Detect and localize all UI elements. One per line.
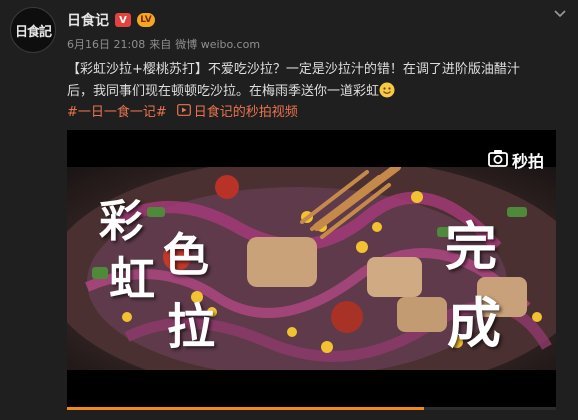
username[interactable]: 日食记 — [67, 10, 109, 30]
post-text: 【彩虹沙拉+樱桃苏打】不爱吃沙拉？一定是沙拉汁的错！在调了进阶版油醋汁 后，我同… — [67, 59, 562, 103]
camera-icon — [488, 149, 508, 171]
video-title-char-5: 完 — [445, 217, 498, 278]
miaopai-watermark: 秒拍 — [488, 148, 544, 172]
hashtag-link[interactable]: #一日一食一记# — [67, 103, 167, 123]
level-badge[interactable]: LV — [137, 13, 155, 27]
post-tags: #一日一食一记# 日食记的秒拍视频 — [67, 103, 298, 123]
video-link[interactable]: 日食记的秒拍视频 — [176, 103, 298, 123]
post-date[interactable]: 6月16日 21:08 — [67, 36, 145, 52]
avatar[interactable]: 日食記 — [10, 7, 56, 53]
chevron-down-icon[interactable] — [552, 6, 568, 22]
video-progress-fill — [67, 407, 424, 410]
avatar-logo-text: 日食記 — [14, 24, 52, 40]
verified-badge[interactable]: V — [115, 13, 131, 27]
post-text-line-1: 【彩虹沙拉+樱桃苏打】不爱吃沙拉？一定是沙拉汁的错！在调了进阶版油醋汁 — [67, 62, 520, 77]
video-title-char-1: 彩 — [99, 196, 143, 247]
video-title-char-6: 成 — [447, 291, 501, 355]
smile-emoji-icon — [379, 82, 395, 98]
post-meta: 6月16日 21:08 来自 微博 weibo.com — [67, 36, 260, 52]
post-text-line-2-content: 后，我同事们现在顿顿吃沙拉。在梅雨季送你一道彩虹 — [67, 84, 380, 99]
post-source[interactable]: 微博 weibo.com — [175, 36, 260, 52]
source-prefix: 来自 — [149, 38, 172, 51]
video-title-char-2: 虹 — [109, 252, 155, 306]
video-title-char-3: 色 — [163, 228, 209, 282]
video-title-char-4: 拉 — [167, 299, 216, 355]
video-link-icon — [176, 103, 191, 123]
post-text-line-2: 后，我同事们现在顿顿吃沙拉。在梅雨季送你一道彩虹 — [67, 81, 562, 103]
video-progress-bar[interactable] — [67, 407, 556, 410]
video-frame[interactable]: 彩 虹 色 拉 完 成 — [67, 167, 556, 370]
video-player[interactable]: 彩 虹 色 拉 完 成 秒拍 — [67, 130, 556, 407]
miaopai-label: 秒拍 — [511, 152, 544, 171]
video-link-label: 日食记的秒拍视频 — [193, 105, 298, 120]
post-header: 日食记 V LV — [67, 10, 155, 30]
